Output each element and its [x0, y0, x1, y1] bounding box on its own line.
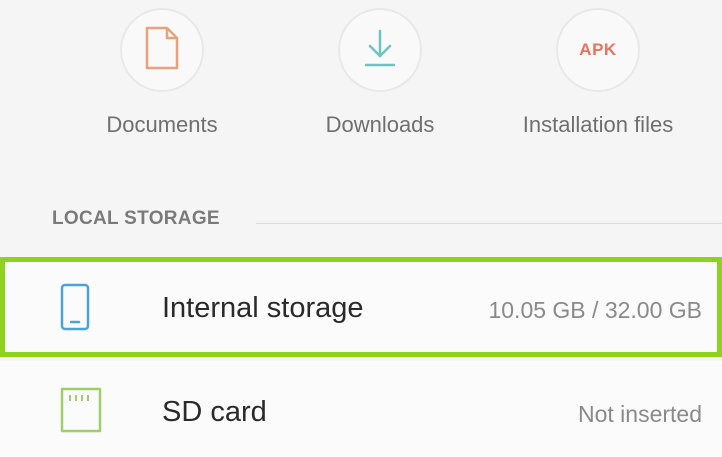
storage-usage: 10.05 GB / 32.00 GB	[488, 297, 702, 323]
sd-card-item[interactable]: SD card Not inserted	[0, 361, 722, 457]
category-installation-files[interactable]: APK Installation files	[508, 0, 688, 160]
section-divider	[256, 223, 722, 224]
local-storage-header: LOCAL STORAGE	[52, 208, 220, 229]
apk-badge: APK	[579, 40, 617, 59]
category-label: Downloads	[325, 112, 435, 137]
downloads-icon-circle	[338, 8, 422, 92]
sd-card-icon	[60, 387, 102, 438]
category-label: Installation files	[522, 112, 674, 137]
internal-storage-item[interactable]: Internal storage 10.05 GB / 32.00 GB	[0, 257, 722, 357]
apk-icon: APK	[556, 8, 640, 92]
storage-status: Not inserted	[577, 401, 702, 427]
download-icon	[361, 28, 399, 73]
documents-icon-circle	[120, 8, 204, 92]
category-downloads[interactable]: Downloads	[290, 0, 470, 160]
phone-icon	[60, 283, 90, 336]
my-files-screen: Documents Downloads APK Installation fil…	[0, 0, 722, 457]
storage-name: Internal storage	[162, 292, 364, 324]
category-documents[interactable]: Documents	[72, 0, 252, 160]
document-icon	[143, 26, 181, 75]
storage-name: SD card	[162, 396, 267, 428]
category-label: Documents	[106, 112, 218, 137]
